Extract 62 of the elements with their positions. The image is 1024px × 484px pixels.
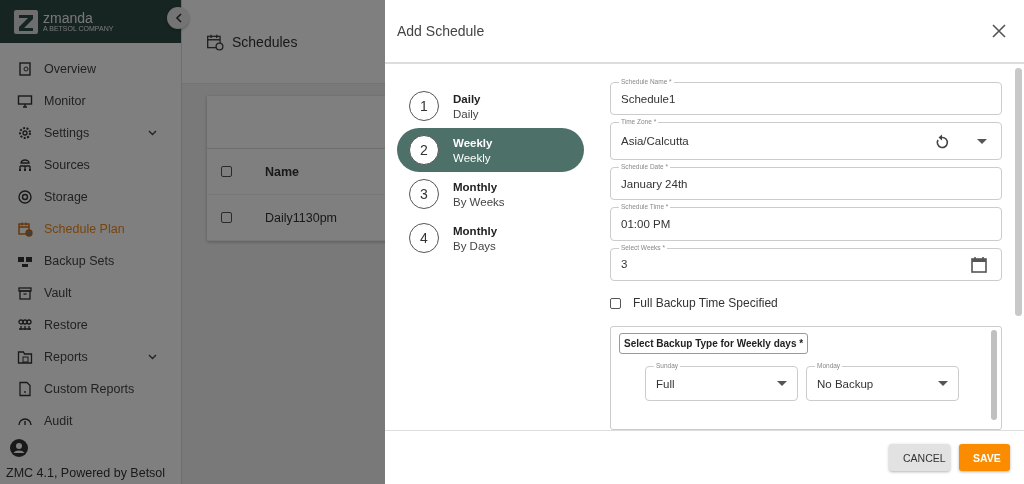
sidebar-item[interactable]: Custom Reports (0, 373, 181, 405)
monitor-icon (17, 93, 33, 109)
step-title: Weekly (453, 136, 493, 149)
step-subtitle: Daily (453, 107, 480, 120)
page-title: Schedules (232, 33, 298, 50)
dropdown-caret-icon (938, 381, 948, 387)
step-item[interactable]: 3 Monthly By Weeks (397, 172, 584, 216)
sidebar-item[interactable]: Monitor (0, 85, 181, 117)
step-title: Monthly (453, 224, 498, 237)
calendar-clock-icon (17, 221, 33, 237)
step-title: Monthly (453, 180, 499, 193)
sidebar-item[interactable]: Sources (0, 149, 181, 181)
version-text: ZMC 4.1, Powered by Betsol (5, 466, 167, 482)
sidebar-item[interactable]: Reports (0, 341, 181, 373)
step-number: 4 (409, 223, 439, 253)
archive-box-icon (17, 285, 33, 301)
sidebar-item[interactable]: Settings (0, 117, 181, 149)
collapse-sidebar-button[interactable] (167, 7, 189, 29)
select-all-checkbox[interactable] (221, 166, 232, 177)
file-icon (17, 381, 33, 397)
sidebar-item[interactable]: Vault (0, 277, 181, 309)
calendar-icon[interactable] (971, 255, 987, 273)
document-icon (17, 61, 33, 77)
user-avatar-icon[interactable] (10, 439, 28, 457)
step-subtitle: Weekly (453, 151, 492, 164)
gear-icon (17, 125, 33, 141)
letter-z-logo-icon (13, 8, 39, 35)
dropdown-caret-icon (777, 381, 787, 387)
save-button[interactable]: SAVE (959, 444, 1010, 471)
scrollbar[interactable] (991, 330, 997, 421)
scrollbar[interactable] (1015, 68, 1022, 316)
dropdown-caret-icon (977, 138, 987, 144)
step-subtitle: By Days (453, 239, 497, 252)
step-number: 3 (409, 179, 439, 209)
people-icon (17, 317, 33, 333)
dialog-title: Add Schedule (397, 23, 485, 39)
step-number: 2 (409, 135, 439, 165)
sidebar-item[interactable]: Storage (0, 181, 181, 213)
reset-icon[interactable] (935, 133, 949, 149)
checkbox[interactable] (610, 297, 621, 309)
step-subtitle: By Weeks (453, 195, 505, 208)
cancel-button[interactable]: CANCEL (889, 444, 950, 471)
calendar-clock-icon (206, 32, 224, 51)
sidebar-item[interactable]: Audit (0, 405, 181, 437)
sidebar-item[interactable]: Restore (0, 309, 181, 341)
step-item[interactable]: 4 Monthly By Days (397, 216, 584, 260)
network-icon (17, 157, 33, 173)
step-title: Daily (453, 92, 481, 105)
sidebar-item[interactable]: Backup Sets (0, 245, 181, 277)
panel-title: Select Backup Type for Weekly days * (619, 333, 809, 355)
step-item[interactable]: 2 Weekly Weekly (397, 128, 584, 172)
logo-name: zmanda (43, 10, 94, 25)
sidebar-item[interactable]: Overview (0, 53, 181, 85)
step-number: 1 (409, 91, 439, 121)
table-cell: Daily1130pm (265, 210, 338, 225)
step-item[interactable]: 1 Daily Daily (397, 84, 584, 128)
close-icon[interactable] (992, 24, 1006, 38)
checkbox-label: Full Backup Time Specified (633, 296, 778, 311)
chevron-left-icon (174, 13, 182, 23)
column-header[interactable]: Name (265, 164, 300, 179)
folder-icon (17, 349, 33, 365)
row-checkbox[interactable] (221, 212, 232, 223)
